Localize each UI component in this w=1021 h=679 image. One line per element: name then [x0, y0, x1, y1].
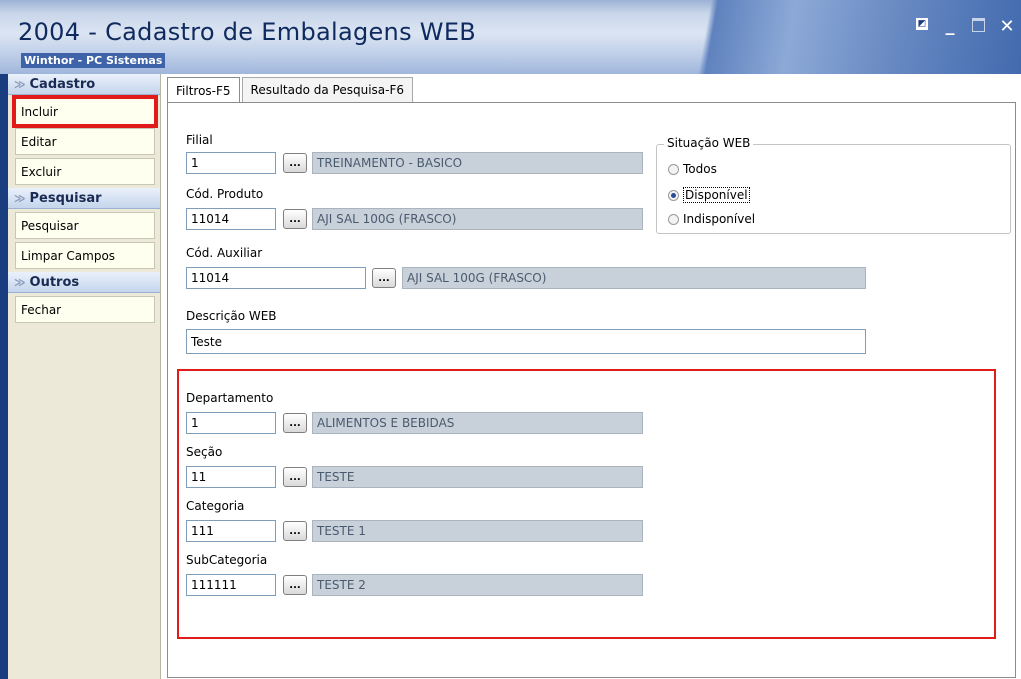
- subcategoria-lookup-button[interactable]: ...: [283, 575, 307, 595]
- radio-indisponivel[interactable]: Indisponível: [668, 212, 755, 226]
- radio-circle-icon: [668, 163, 679, 175]
- title-bar-decoration: [690, 0, 1021, 74]
- departamento-description: ALIMENTOS E BEBIDAS: [312, 412, 643, 434]
- radio-label: Disponível: [683, 187, 750, 203]
- highlight-box: [177, 369, 996, 639]
- sidebar-section-pesquisar[interactable]: ≫ Pesquisar: [8, 188, 160, 209]
- filial-label: Filial: [186, 133, 213, 147]
- descricao-web-label: Descrição WEB: [186, 309, 277, 323]
- categoria-lookup-button[interactable]: ...: [283, 521, 307, 541]
- radio-disponivel[interactable]: Disponível: [668, 187, 750, 203]
- close-icon[interactable]: ✕: [999, 16, 1015, 37]
- departamento-label: Departamento: [186, 391, 274, 405]
- cod-produto-label: Cód. Produto: [186, 187, 264, 201]
- filial-description: TREINAMENTO - BASICO: [312, 152, 643, 174]
- sidebar-item-incluir[interactable]: Incluir: [12, 95, 158, 128]
- secao-description: TESTE: [312, 466, 643, 488]
- cod-auxiliar-lookup-button[interactable]: ...: [372, 268, 396, 288]
- situacao-web-title: Situação WEB: [664, 136, 754, 150]
- sidebar-item-fechar[interactable]: Fechar: [15, 296, 155, 323]
- radio-todos[interactable]: Todos: [668, 162, 717, 176]
- descricao-web-input[interactable]: Teste: [186, 329, 866, 354]
- sidebar-item-limpar-campos[interactable]: Limpar Campos: [15, 242, 155, 269]
- chevron-up-icon: ≫: [14, 77, 26, 91]
- radio-selected-icon: [668, 189, 679, 201]
- sidebar-section-title: Outros: [29, 274, 80, 290]
- sidebar-section-title: Pesquisar: [29, 190, 102, 206]
- cod-auxiliar-label: Cód. Auxiliar: [186, 246, 263, 260]
- radio-label: Todos: [683, 162, 717, 176]
- sidebar: ≫ Cadastro Incluir Editar Excluir ≫ Pesqui…: [8, 74, 161, 679]
- filial-lookup-button[interactable]: ...: [283, 153, 307, 173]
- maximize-icon[interactable]: [972, 18, 985, 32]
- window-title: 2004 - Cadastro de Embalagens WEB: [18, 18, 477, 46]
- cod-auxiliar-input[interactable]: 11014: [186, 267, 366, 289]
- secao-lookup-button[interactable]: ...: [283, 467, 307, 487]
- minimize-icon[interactable]: _: [942, 17, 958, 35]
- subcategoria-description: TESTE 2: [312, 574, 643, 596]
- subcategoria-input[interactable]: 111111: [186, 574, 276, 596]
- chevron-up-icon: ≫: [14, 191, 26, 205]
- sidebar-section-outros[interactable]: ≫ Outros: [8, 272, 160, 293]
- departamento-lookup-button[interactable]: ...: [283, 413, 307, 433]
- tab-filtros[interactable]: Filtros-F5: [167, 77, 240, 103]
- chevron-up-icon: ≫: [14, 275, 26, 289]
- departamento-input[interactable]: 1: [186, 412, 276, 434]
- cod-produto-lookup-button[interactable]: ...: [283, 209, 307, 229]
- window-subtitle: Winthor - PC Sistemas: [21, 53, 166, 68]
- sidebar-section-cadastro[interactable]: ≫ Cadastro: [8, 74, 160, 95]
- radio-circle-icon: [668, 213, 679, 225]
- sidebar-item-editar[interactable]: Editar: [15, 128, 155, 155]
- window-controls: ◩ _ ✕: [916, 16, 1015, 37]
- categoria-label: Categoria: [186, 499, 245, 513]
- categoria-description: TESTE 1: [312, 520, 643, 542]
- sidebar-item-pesquisar[interactable]: Pesquisar: [15, 212, 155, 239]
- tab-resultado-pesquisa[interactable]: Resultado da Pesquisa-F6: [241, 77, 414, 102]
- categoria-input[interactable]: 111: [186, 520, 276, 542]
- filial-input[interactable]: 1: [186, 152, 276, 174]
- radio-label: Indisponível: [683, 212, 756, 226]
- tab-strip: Filtros-F5 Resultado da Pesquisa-F6: [167, 77, 415, 103]
- secao-input[interactable]: 11: [186, 466, 276, 488]
- subcategoria-label: SubCategoria: [186, 553, 268, 567]
- secao-label: Seção: [186, 445, 223, 459]
- sidebar-section-title: Cadastro: [29, 76, 96, 92]
- cod-auxiliar-description: AJI SAL 100G (FRASCO): [402, 267, 866, 289]
- sidebar-item-excluir[interactable]: Excluir: [15, 158, 155, 185]
- restore-icon[interactable]: ◩: [916, 18, 928, 30]
- title-bar: 2004 - Cadastro de Embalagens WEB Wintho…: [0, 0, 1021, 74]
- cod-produto-description: AJI SAL 100G (FRASCO): [312, 208, 643, 230]
- cod-produto-input[interactable]: 11014: [186, 208, 276, 230]
